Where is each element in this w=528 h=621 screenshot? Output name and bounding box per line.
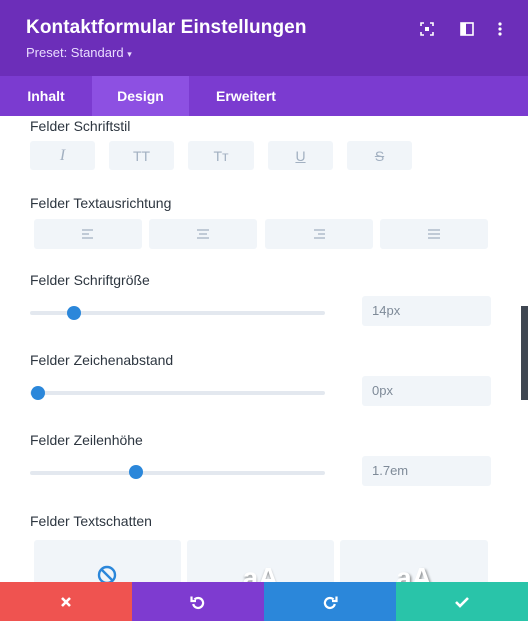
expand-icon[interactable] xyxy=(418,20,436,38)
font-size-slider-handle[interactable] xyxy=(67,306,81,320)
tab-bar: Inhalt Design Erweitert xyxy=(0,76,528,116)
sidebar-toggle-icon[interactable] xyxy=(458,20,476,38)
text-shadow-preset-1[interactable]: aA xyxy=(187,540,334,582)
align-justify-button[interactable] xyxy=(380,219,488,249)
align-right-icon xyxy=(314,229,325,239)
check-icon xyxy=(455,596,469,608)
settings-panel: Felder Schriftstil I TT Tт U S Felder Te… xyxy=(0,116,528,582)
align-left-button[interactable] xyxy=(34,219,142,249)
caret-down-icon: ▾ xyxy=(127,49,132,59)
strikethrough-button[interactable]: S xyxy=(347,141,412,170)
tab-erweitert[interactable]: Erweitert xyxy=(189,76,303,116)
preset-label: Preset: Standard xyxy=(26,45,124,60)
capitalize-button[interactable]: Tт xyxy=(188,141,254,170)
font-size-label: Felder Schriftgröße xyxy=(30,272,150,288)
modal-title: Kontaktformular Einstellungen xyxy=(26,17,307,38)
underline-button[interactable]: U xyxy=(268,141,333,170)
font-size-input[interactable]: 14px xyxy=(362,296,491,326)
align-center-button[interactable] xyxy=(149,219,257,249)
align-right-button[interactable] xyxy=(265,219,373,249)
text-align-label: Felder Textausrichtung xyxy=(30,195,172,211)
tab-inhalt[interactable]: Inhalt xyxy=(0,76,92,116)
close-icon xyxy=(61,596,71,607)
align-left-icon xyxy=(82,229,93,239)
line-height-label: Felder Zeilenhöhe xyxy=(30,432,143,448)
font-style-label: Felder Schriftstil xyxy=(30,118,131,134)
redo-button[interactable] xyxy=(264,582,396,621)
modal-footer xyxy=(0,582,528,621)
letter-spacing-slider-track[interactable] xyxy=(30,391,325,395)
line-height-input[interactable]: 1.7em xyxy=(362,456,491,486)
no-shadow-icon xyxy=(97,565,117,582)
line-height-slider-handle[interactable] xyxy=(129,465,143,479)
letter-spacing-label: Felder Zeichenabstand xyxy=(30,352,174,368)
modal-header: Kontaktformular Einstellungen Preset: St… xyxy=(0,0,528,76)
shadow-preview-text: aA xyxy=(396,562,432,582)
redo-icon xyxy=(323,596,338,609)
preset-selector[interactable]: Preset: Standard ▾ xyxy=(26,45,132,60)
shadow-preview-text: aA xyxy=(242,562,279,582)
scrollbar[interactable] xyxy=(521,306,528,400)
tab-design[interactable]: Design xyxy=(92,76,189,116)
text-shadow-preset-2[interactable]: aA xyxy=(340,540,488,582)
more-options-icon[interactable] xyxy=(491,20,509,38)
italic-button[interactable]: I xyxy=(30,141,95,170)
undo-icon xyxy=(190,596,205,609)
align-center-icon xyxy=(197,229,209,239)
letter-spacing-input[interactable]: 0px xyxy=(362,376,491,406)
undo-button[interactable] xyxy=(132,582,264,621)
text-shadow-none-option[interactable] xyxy=(34,540,181,582)
align-justify-icon xyxy=(428,229,440,239)
line-height-slider-track[interactable] xyxy=(30,471,325,475)
letter-spacing-slider-handle[interactable] xyxy=(31,386,45,400)
text-shadow-label: Felder Textschatten xyxy=(30,513,152,529)
cancel-button[interactable] xyxy=(0,582,132,621)
save-button[interactable] xyxy=(396,582,528,621)
uppercase-button[interactable]: TT xyxy=(109,141,174,170)
